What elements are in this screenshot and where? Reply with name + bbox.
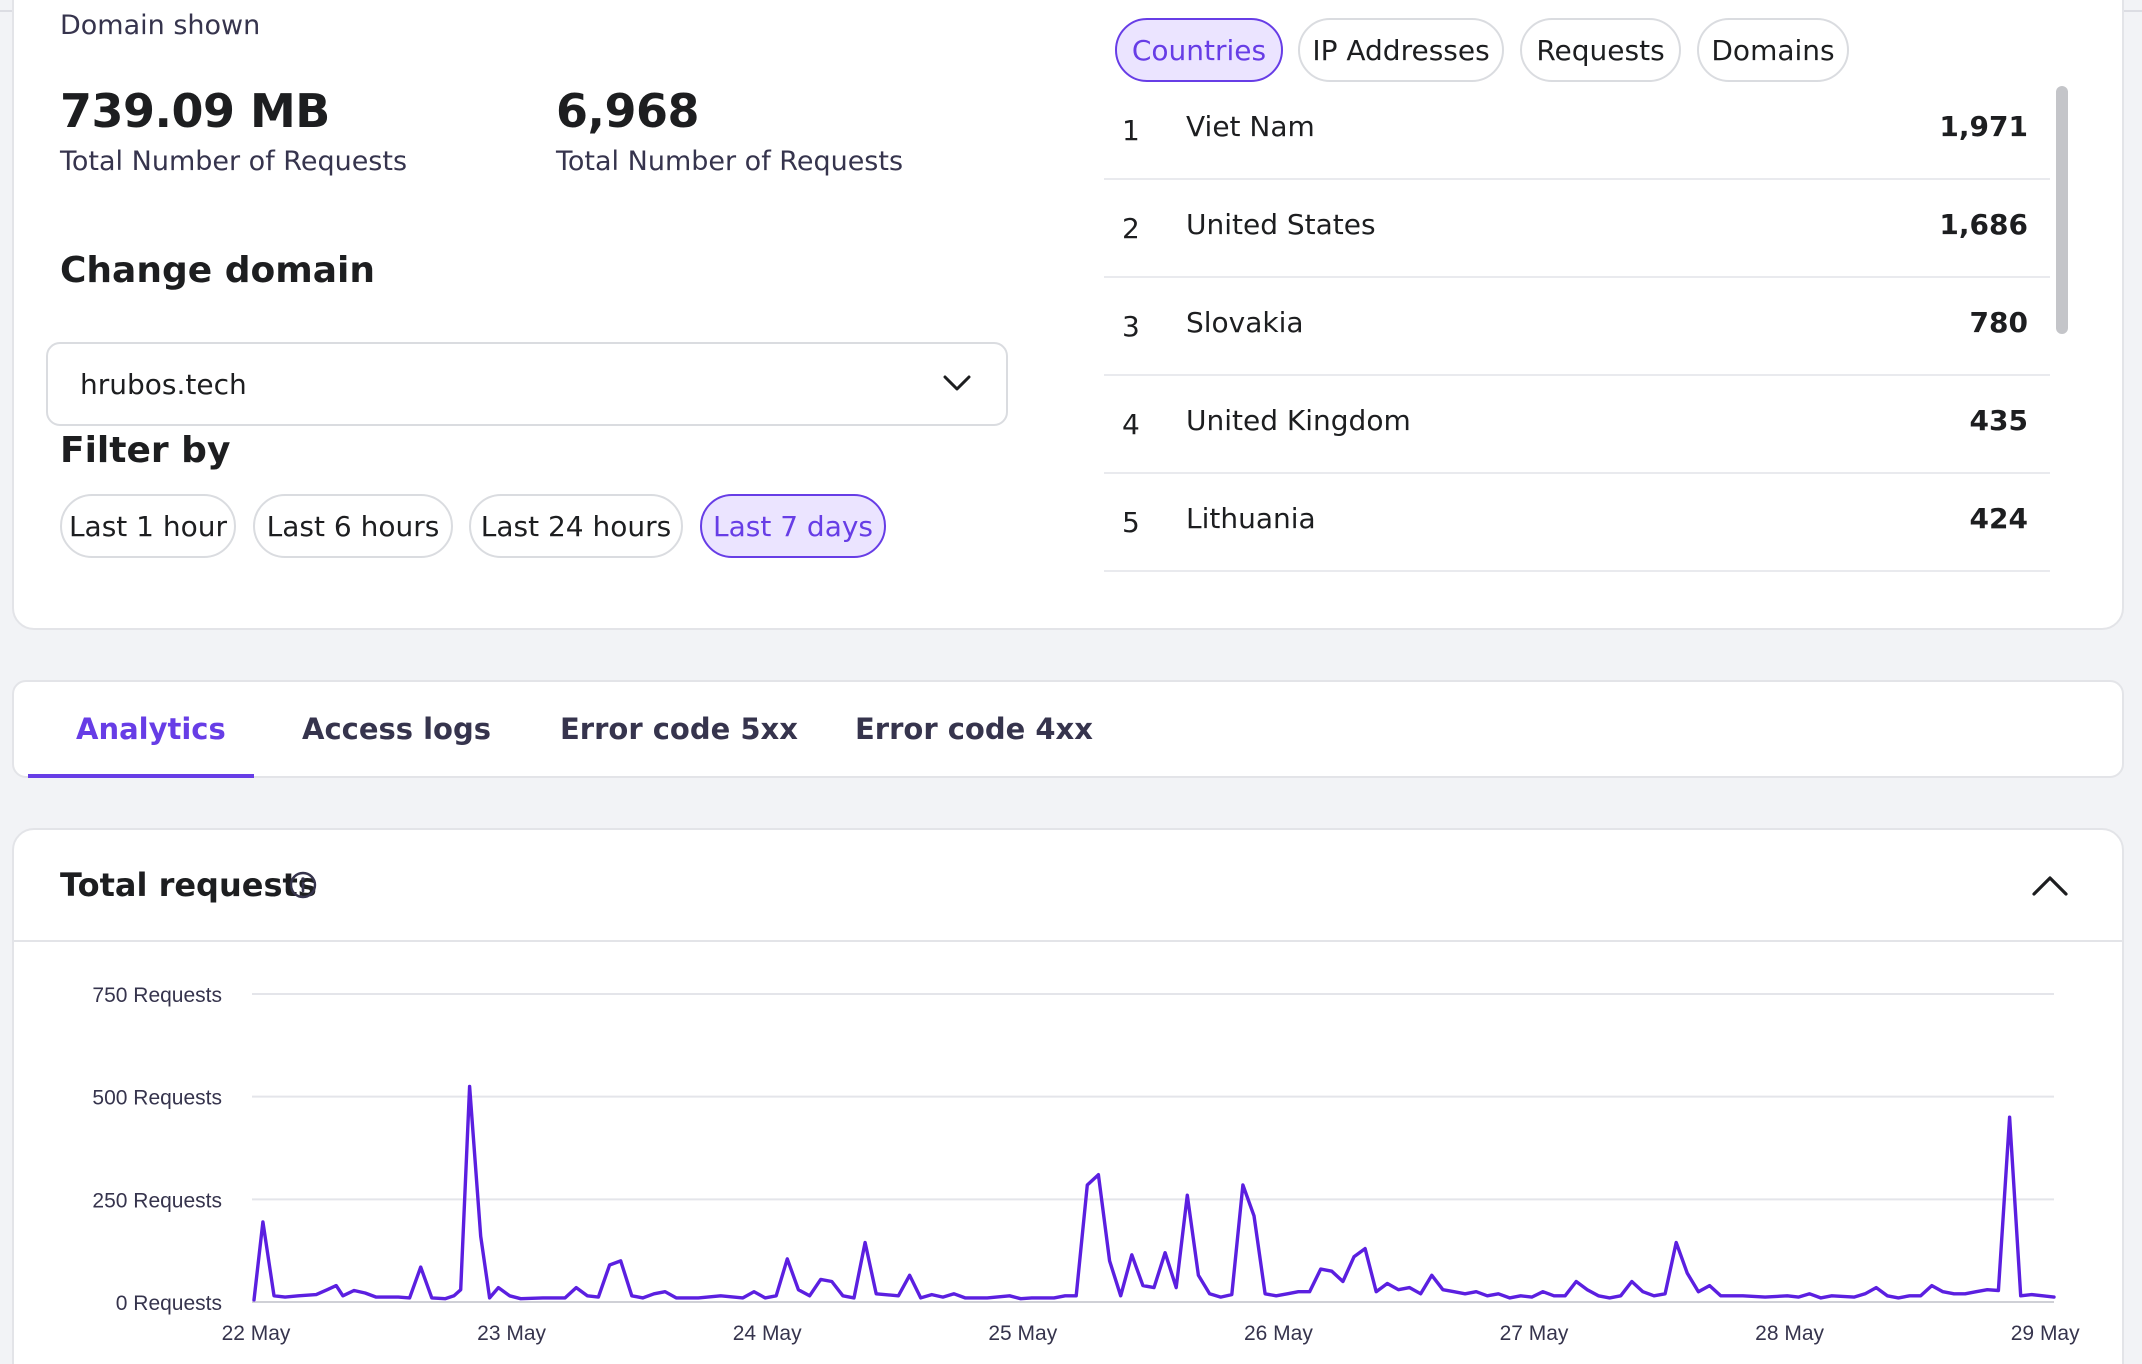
x-tick-label: 24 May bbox=[733, 1322, 802, 1345]
list-item: 3 Slovakia 780 bbox=[1104, 278, 2050, 376]
list-item-rank: 3 bbox=[1122, 310, 1140, 343]
list-item-count: 1,971 bbox=[1939, 110, 2028, 143]
list-scrollbar[interactable] bbox=[2056, 86, 2068, 334]
tab-error-code-5xx[interactable]: Error code 5xx bbox=[560, 712, 798, 746]
x-tick-label: 27 May bbox=[1500, 1322, 1569, 1345]
domain-select[interactable]: hrubos.tech bbox=[46, 342, 1008, 426]
list-item-country: Slovakia bbox=[1186, 306, 1304, 339]
chevron-up-icon[interactable] bbox=[2030, 872, 2070, 898]
list-item-country: Lithuania bbox=[1186, 502, 1316, 535]
x-tick-label: 26 May bbox=[1244, 1322, 1313, 1345]
list-item-country: United States bbox=[1186, 208, 1376, 241]
list-item: 2 United States 1,686 bbox=[1104, 180, 2050, 278]
y-tick-label: 500 Requests bbox=[92, 1087, 222, 1110]
tab-requests[interactable]: Requests bbox=[1520, 18, 1681, 82]
list-item: 4 United Kingdom 435 bbox=[1104, 376, 2050, 474]
list-item-country: United Kingdom bbox=[1186, 404, 1411, 437]
y-tick-label: 0 Requests bbox=[116, 1292, 222, 1315]
list-item-rank: 1 bbox=[1122, 114, 1140, 147]
list-item: 5 Lithuania 424 bbox=[1104, 474, 2050, 572]
bandwidth-value: 739.09 MB bbox=[60, 84, 330, 138]
filter-last-6-hours[interactable]: Last 6 hours bbox=[253, 494, 453, 558]
tab-ip-addresses[interactable]: IP Addresses bbox=[1298, 18, 1504, 82]
list-item-count: 435 bbox=[1969, 404, 2028, 437]
list-item: 1 Viet Nam 1,971 bbox=[1104, 82, 2050, 180]
filter-last-24-hours[interactable]: Last 24 hours bbox=[469, 494, 683, 558]
filter-by-title: Filter by bbox=[60, 430, 231, 471]
list-item-count: 424 bbox=[1969, 502, 2028, 535]
domain-shown-label: Domain shown bbox=[60, 10, 261, 41]
tab-domains[interactable]: Domains bbox=[1697, 18, 1849, 82]
bandwidth-label: Total Number of Requests bbox=[60, 146, 408, 177]
chart-title: Total requests bbox=[60, 866, 317, 904]
x-tick-label: 22 May bbox=[222, 1322, 291, 1345]
tab-analytics[interactable]: Analytics bbox=[76, 712, 226, 746]
list-item-rank: 4 bbox=[1122, 408, 1140, 441]
requests-series-line bbox=[252, 1084, 2056, 1302]
change-domain-title: Change domain bbox=[60, 250, 375, 291]
list-item-rank: 5 bbox=[1122, 506, 1140, 539]
tab-error-code-4xx[interactable]: Error code 4xx bbox=[855, 712, 1093, 746]
total-requests-chart: 0 Requests 250 Requests 500 Requests 750 Re… bbox=[92, 984, 2080, 1345]
requests-label: Total Number of Requests bbox=[556, 146, 904, 177]
x-tick-label: 23 May bbox=[477, 1322, 546, 1345]
list-item-count: 1,686 bbox=[1939, 208, 2028, 241]
list-item-count: 780 bbox=[1969, 306, 2028, 339]
x-tick-label: 29 May bbox=[2011, 1322, 2080, 1345]
chart-header-divider bbox=[14, 940, 2122, 942]
chevron-down-icon bbox=[943, 375, 971, 391]
y-tick-label: 250 Requests bbox=[92, 1189, 222, 1212]
list-item-country: Viet Nam bbox=[1186, 110, 1315, 143]
list-item-rank: 2 bbox=[1122, 212, 1140, 245]
tab-countries[interactable]: Countries bbox=[1115, 18, 1283, 82]
x-tick-label: 28 May bbox=[1755, 1322, 1824, 1345]
info-icon[interactable] bbox=[288, 870, 318, 900]
requests-value: 6,968 bbox=[556, 84, 700, 138]
y-tick-label: 750 Requests bbox=[92, 984, 222, 1007]
x-tick-label: 25 May bbox=[988, 1322, 1057, 1345]
filter-last-1-hour[interactable]: Last 1 hour bbox=[60, 494, 236, 558]
tab-access-logs[interactable]: Access logs bbox=[302, 712, 491, 746]
domain-select-value: hrubos.tech bbox=[80, 368, 247, 401]
active-tab-indicator bbox=[28, 774, 254, 778]
filter-last-7-days[interactable]: Last 7 days bbox=[700, 494, 886, 558]
